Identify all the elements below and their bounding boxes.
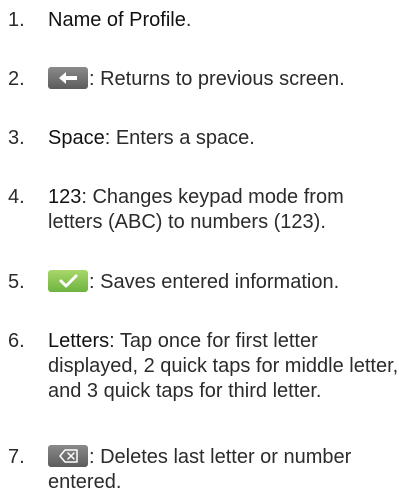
item-term: Name of Profile: [48, 9, 186, 31]
item-description: : Deletes last letter or number entered.: [48, 446, 352, 493]
checkmark-icon: [48, 270, 88, 292]
item-description: : Saves entered information.: [89, 271, 340, 293]
item-number: 7.: [8, 446, 25, 468]
item-text: : Returns to previous screen.: [48, 67, 399, 92]
item-number: 3.: [8, 127, 25, 149]
item-text: : Saves entered information.: [48, 270, 399, 295]
item-number: 1.: [8, 9, 25, 31]
item-description: : Returns to previous screen.: [89, 68, 345, 90]
item-text: Letters: Tap once for first letter displ…: [48, 329, 399, 404]
item-term: 123: [48, 186, 82, 208]
item-number: 2.: [8, 68, 25, 90]
item-description: : Enters a space.: [104, 127, 255, 149]
instruction-list: 1. Name of Profile. 2. : Returns to prev…: [0, 0, 399, 502]
backspace-icon: [48, 445, 88, 467]
item-description: : Changes keypad mode from letters (ABC)…: [48, 186, 344, 233]
item-term: Letters: [48, 330, 110, 352]
item-text: : Deletes last letter or number entered.: [48, 445, 399, 495]
item-number: 5.: [8, 271, 25, 293]
item-text: Space: Enters a space.: [48, 126, 399, 151]
item-description: .: [185, 9, 192, 31]
item-text: Name of Profile.: [48, 8, 399, 33]
item-term: Space: [48, 127, 105, 149]
item-number: 4.: [8, 186, 25, 208]
back-arrow-icon: [48, 67, 88, 89]
item-text: 123: Changes keypad mode from letters (A…: [48, 185, 399, 235]
item-number: 6.: [8, 330, 25, 352]
